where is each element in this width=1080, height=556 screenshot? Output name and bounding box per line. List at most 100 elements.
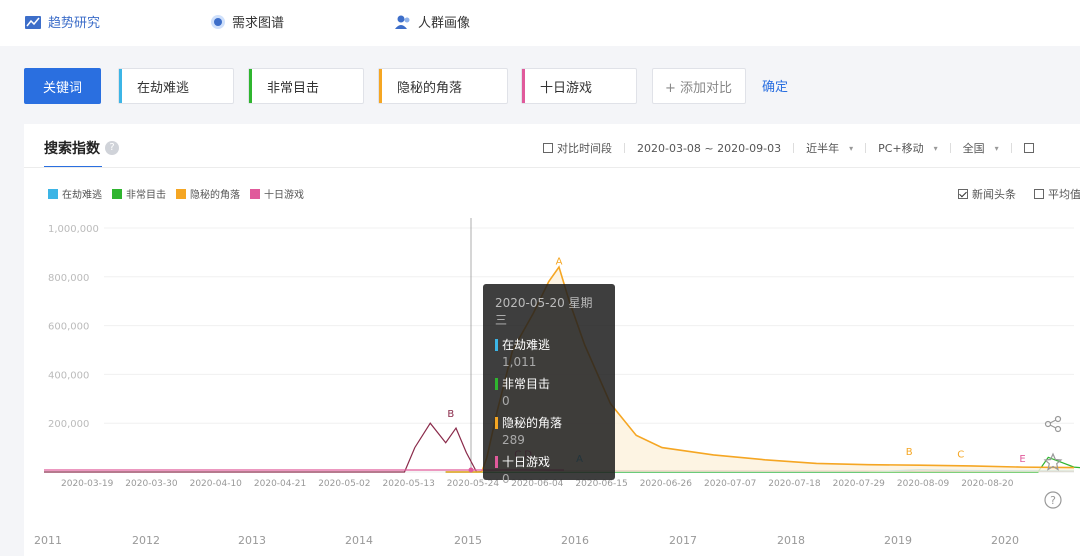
nav-demand-label: 需求图谱 bbox=[232, 16, 285, 31]
legend-label: 隐秘的角落 bbox=[190, 190, 240, 201]
help-icon[interactable]: ? bbox=[105, 141, 119, 155]
x-tick-label: 2020-06-26 bbox=[640, 479, 693, 489]
nav-trend[interactable]: 趋势研究 bbox=[24, 12, 100, 31]
x-tick-label: 2020-07-18 bbox=[768, 479, 821, 489]
keyword-item-3[interactable]: 隐秘的角落 bbox=[378, 68, 508, 104]
chevron-down-icon: ▾ bbox=[849, 143, 854, 153]
legend-swatch bbox=[250, 189, 260, 199]
tooltip-item: 非常目击 0 bbox=[495, 375, 603, 408]
compare-checkbox[interactable] bbox=[543, 143, 553, 153]
tooltip-item: 隐秘的角落 289 bbox=[495, 414, 603, 447]
y-tick-label: 1,000,000 bbox=[48, 224, 99, 235]
tooltip-series-name: 在劫难逃 bbox=[502, 338, 551, 352]
x-tick-label: 2020-07-29 bbox=[833, 479, 886, 489]
users-icon bbox=[395, 15, 410, 29]
confirm-button[interactable]: 确定 bbox=[762, 76, 788, 95]
legend-label: 在劫难逃 bbox=[62, 190, 102, 201]
nav-demand[interactable]: 需求图谱 bbox=[210, 12, 284, 31]
period-select[interactable]: 近半年 bbox=[806, 140, 839, 156]
separator bbox=[624, 143, 625, 153]
keyword-item-2[interactable]: 非常目击 bbox=[248, 68, 364, 104]
chart-tooltip: 2020-05-20 星期三 在劫难逃 1,011 非常目击 0 隐秘的角落 2… bbox=[483, 284, 615, 486]
year-label: 2013 bbox=[238, 534, 266, 547]
legend-label: 非常目击 bbox=[126, 190, 166, 201]
tooltip-series-name: 非常目击 bbox=[502, 377, 551, 391]
x-tick-label: 2020-07-07 bbox=[704, 479, 756, 489]
x-tick-label: 2020-08-20 bbox=[961, 479, 1014, 489]
x-tick-label: 2020-03-19 bbox=[61, 479, 114, 489]
year-label: 2011 bbox=[34, 534, 62, 547]
legend-item[interactable]: 十日游戏 bbox=[250, 186, 304, 201]
compare-label: 对比时间段 bbox=[557, 142, 612, 155]
separator bbox=[949, 143, 951, 153]
tooltip-item: 在劫难逃 1,011 bbox=[495, 336, 603, 369]
tooltip-date: 2020-05-20 星期三 bbox=[495, 296, 593, 327]
keyword-label: 隐秘的角落 bbox=[397, 80, 463, 96]
legend-item[interactable]: 非常目击 bbox=[112, 186, 166, 201]
trend-icon bbox=[25, 15, 41, 29]
x-tick-label: 2020-05-13 bbox=[383, 479, 435, 489]
year-label: 2017 bbox=[669, 534, 697, 547]
share-icon[interactable] bbox=[1040, 412, 1066, 436]
keyword-label: 非常目击 bbox=[267, 80, 320, 96]
y-tick-label: 600,000 bbox=[48, 322, 89, 333]
extra-checkbox[interactable] bbox=[1023, 143, 1034, 153]
x-tick-label: 2020-04-10 bbox=[190, 479, 243, 489]
year-label: 2018 bbox=[777, 534, 805, 547]
chevron-down-icon: ▾ bbox=[933, 143, 938, 153]
date-range[interactable]: 2020-03-08 ~ 2020-09-03 bbox=[637, 142, 781, 155]
search-index-panel: 搜索指数 ? 对比时间段 2020-03-08 ~ 2020-09-03 近半年… bbox=[24, 124, 1080, 556]
panel-title-text: 搜索指数 bbox=[44, 141, 100, 157]
x-tick-label: 2020-05-02 bbox=[318, 479, 370, 489]
year-label: 2020 bbox=[991, 534, 1019, 547]
year-label: 2019 bbox=[884, 534, 912, 547]
tooltip-series-value: 0 bbox=[502, 472, 510, 486]
device-select[interactable]: PC+移动 bbox=[878, 140, 924, 156]
controls-row: 对比时间段 2020-03-08 ~ 2020-09-03 近半年 ▾ PC+移… bbox=[543, 140, 1034, 156]
year-label: 2015 bbox=[454, 534, 482, 547]
news-checkbox[interactable] bbox=[958, 189, 968, 199]
keyword-color-bar bbox=[249, 69, 252, 103]
chevron-down-icon: ▾ bbox=[994, 143, 999, 153]
separator bbox=[1010, 143, 1012, 153]
legend-label: 十日游戏 bbox=[264, 190, 304, 201]
keyword-color-bar bbox=[119, 69, 122, 103]
chart-legend: 在劫难逃 非常目击 隐秘的角落 十日游戏 bbox=[48, 186, 304, 201]
y-tick-label: 200,000 bbox=[48, 419, 89, 430]
keyword-color-bar bbox=[379, 69, 382, 103]
annotation-label: B bbox=[906, 447, 913, 458]
keyword-item-1[interactable]: 在劫难逃 bbox=[118, 68, 234, 104]
x-tick-label: 2020-03-30 bbox=[125, 479, 178, 489]
legend-item[interactable]: 隐秘的角落 bbox=[176, 186, 240, 201]
add-compare-button[interactable]: + 添加对比 bbox=[652, 68, 746, 104]
separator bbox=[793, 143, 795, 153]
annotation-label: B bbox=[447, 409, 454, 420]
region-select[interactable]: 全国 bbox=[963, 140, 985, 156]
keyword-tab-button[interactable]: 关键词 bbox=[24, 68, 101, 104]
legend-item[interactable]: 在劫难逃 bbox=[48, 186, 102, 201]
news-toggle: 新闻头条 平均值 bbox=[958, 186, 1080, 202]
nav-trend-label: 趋势研究 bbox=[48, 16, 101, 31]
x-tick-label: 2020-08-09 bbox=[897, 479, 950, 489]
keyword-label: 在劫难逃 bbox=[137, 80, 190, 96]
year-label: 2016 bbox=[561, 534, 589, 547]
side-tools: ? bbox=[1040, 412, 1066, 512]
divider bbox=[24, 167, 1080, 168]
legend-swatch bbox=[48, 189, 58, 199]
y-tick-label: 800,000 bbox=[48, 273, 89, 284]
question-icon[interactable]: ? bbox=[1040, 488, 1066, 512]
legend-swatch bbox=[112, 189, 122, 199]
keyword-item-4[interactable]: 十日游戏 bbox=[521, 68, 637, 104]
avg-checkbox[interactable] bbox=[1034, 189, 1044, 199]
legend-swatch bbox=[176, 189, 186, 199]
tooltip-series-name: 隐秘的角落 bbox=[502, 416, 563, 430]
star-icon[interactable] bbox=[1040, 450, 1066, 474]
top-nav: 趋势研究 需求图谱 人群画像 bbox=[0, 0, 1080, 46]
annotation-label: A bbox=[556, 257, 563, 268]
x-tick-label: 2020-04-21 bbox=[254, 479, 306, 489]
hover-dot bbox=[468, 467, 474, 473]
tooltip-series-name: 十日游戏 bbox=[502, 455, 551, 469]
nav-people[interactable]: 人群画像 bbox=[394, 12, 470, 31]
year-label: 2014 bbox=[345, 534, 373, 547]
panel-title: 搜索指数 ? bbox=[44, 138, 119, 158]
